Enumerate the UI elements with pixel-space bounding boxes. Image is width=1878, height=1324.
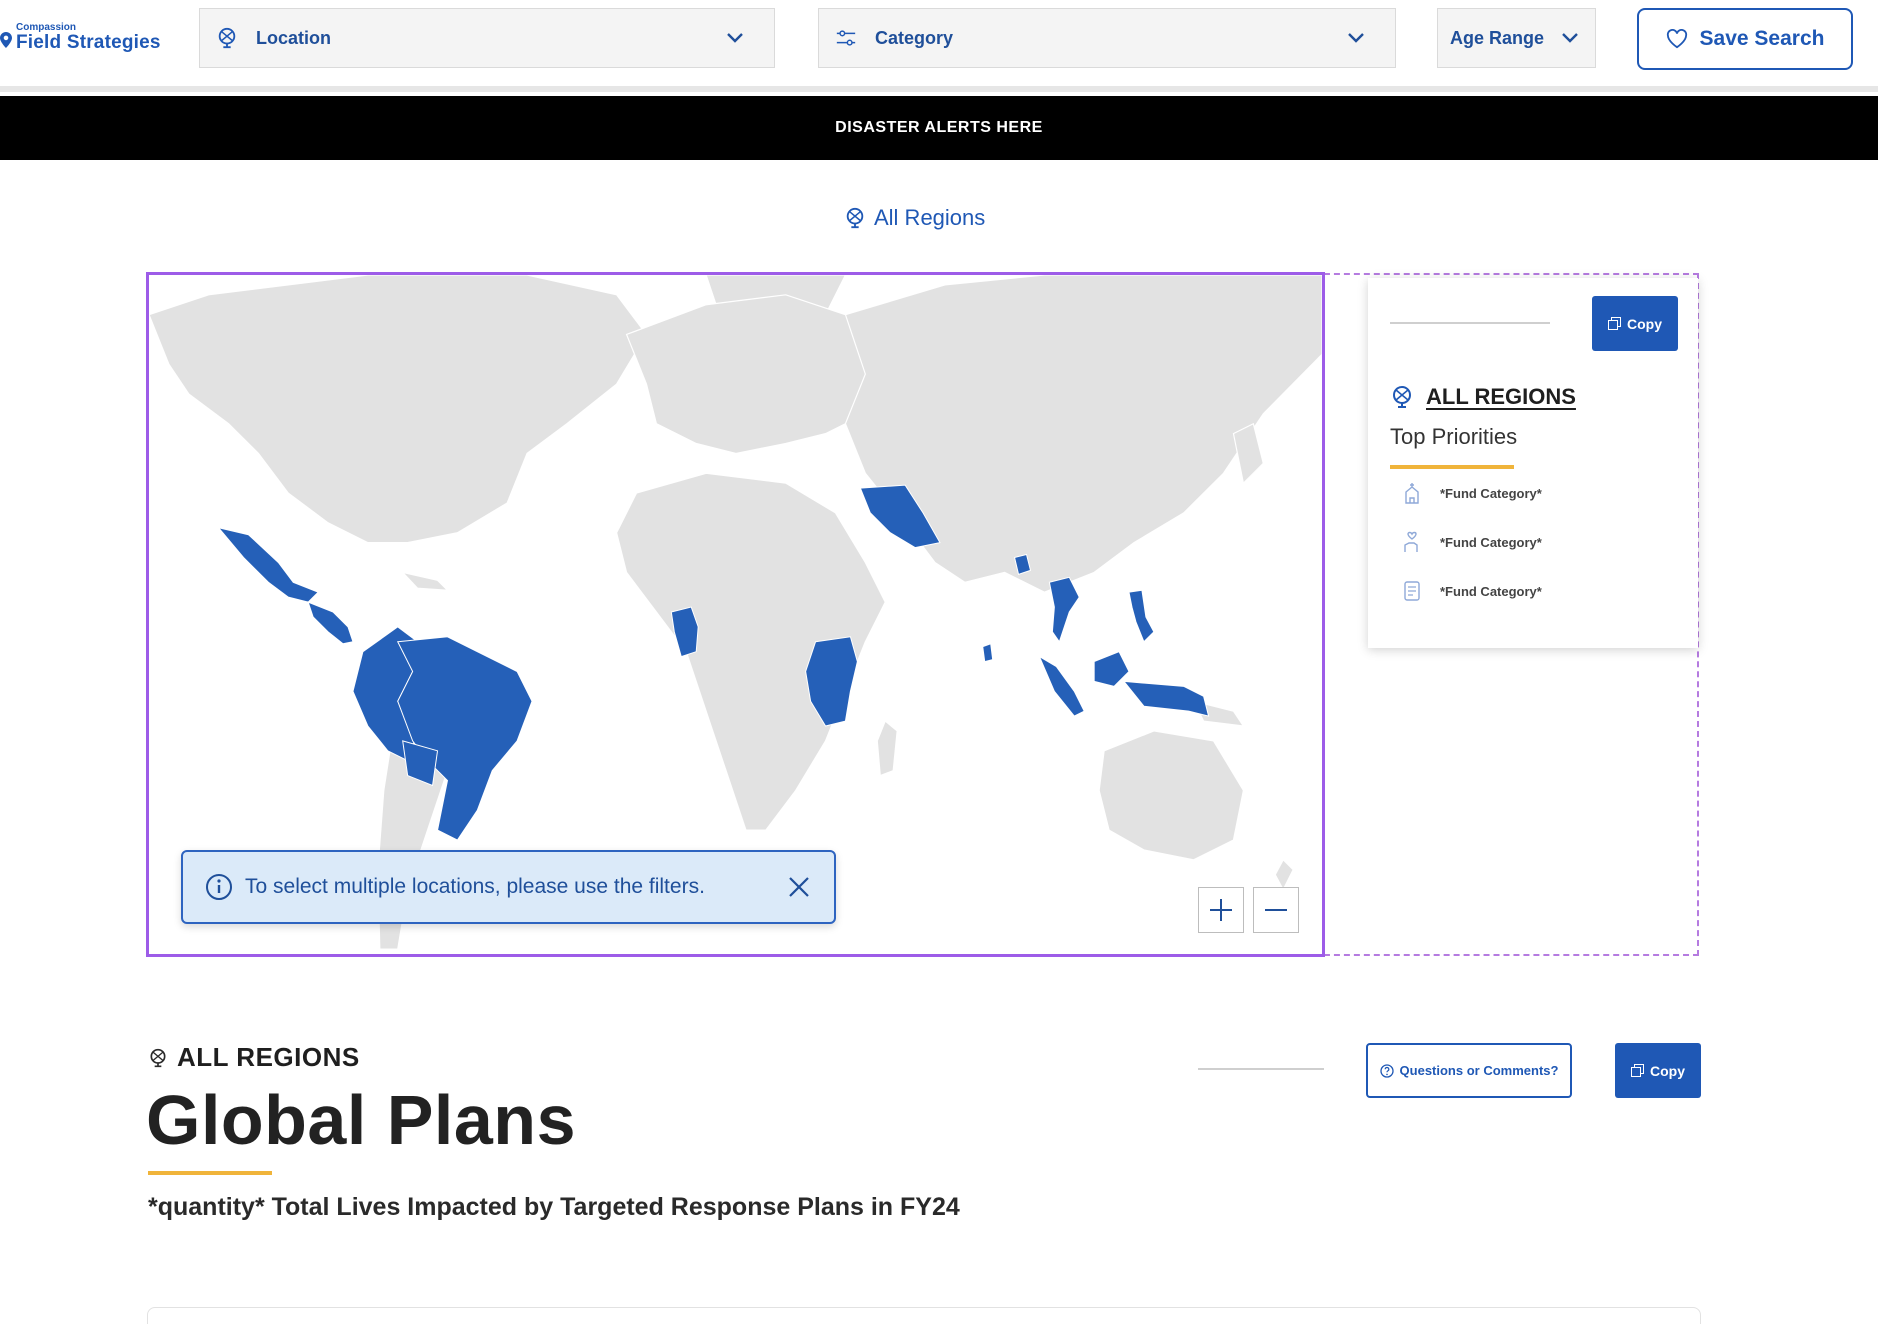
copy-label: Copy	[1650, 1062, 1685, 1079]
plus-icon	[1210, 899, 1232, 921]
map-info-tooltip: To select multiple locations, please use…	[181, 850, 836, 924]
close-icon[interactable]	[788, 876, 810, 898]
church-icon	[1405, 483, 1419, 504]
disaster-alerts-text: DISASTER ALERTS HERE	[835, 119, 1043, 136]
top-priorities-title: Top Priorities	[1390, 424, 1518, 449]
brand-name: Field Strategies	[16, 32, 161, 53]
location-pin-icon	[0, 32, 12, 48]
zoom-out-button[interactable]	[1253, 887, 1299, 933]
brand-logo[interactable]: Compassion Field Strategies	[0, 22, 170, 62]
copy-button[interactable]: Copy	[1592, 296, 1678, 351]
hand-heart-icon	[1404, 531, 1418, 552]
sliders-icon	[835, 27, 857, 49]
chevron-down-icon	[1348, 33, 1364, 43]
top-bar: Compassion Field Strategies Location Cat…	[0, 0, 1878, 92]
region-sri-lanka	[982, 643, 994, 663]
zoom-in-button[interactable]	[1198, 887, 1244, 933]
info-icon	[206, 874, 232, 900]
page-title: Global Plans	[146, 1081, 576, 1159]
region-philippines	[1128, 589, 1155, 643]
divider	[1198, 1068, 1324, 1070]
heart-icon	[1666, 29, 1687, 49]
globe-pin-icon	[1393, 386, 1411, 408]
land-madagascar	[876, 720, 898, 777]
land-caribbean-islands	[400, 571, 450, 591]
questions-comments-label: Questions or Comments?	[1399, 1063, 1559, 1078]
land-australia	[1098, 730, 1245, 861]
region-ghana-togo	[670, 606, 699, 658]
title-underline	[148, 1171, 272, 1175]
section-region-text: ALL REGIONS	[177, 1042, 360, 1072]
age-range-filter-label: Age Range	[1450, 27, 1545, 48]
lives-impacted-subtitle: *quantity* Total Lives Impacted by Targe…	[148, 1193, 960, 1221]
chevron-down-icon	[727, 33, 743, 43]
all-regions-label: All Regions	[874, 205, 986, 230]
chevron-down-icon	[1562, 33, 1578, 43]
location-filter-label: Location	[256, 27, 331, 48]
disaster-alerts-banner: DISASTER ALERTS HERE	[0, 96, 1878, 160]
land-new-zealand	[1274, 858, 1294, 891]
region-indonesia-sumatra	[1038, 655, 1085, 717]
globe-pin-icon	[150, 1048, 166, 1067]
divider	[1390, 322, 1550, 324]
age-range-filter[interactable]: Age Range	[1437, 8, 1596, 68]
document-icon	[1404, 581, 1420, 601]
copy-button[interactable]: Copy	[1615, 1043, 1701, 1098]
location-filter[interactable]: Location	[199, 8, 775, 68]
category-filter-label: Category	[875, 27, 954, 48]
region-indonesia-east	[1122, 680, 1210, 717]
land-japan	[1232, 422, 1264, 485]
save-search-button[interactable]: Save Search	[1637, 8, 1853, 70]
land-europe	[625, 294, 876, 455]
region-thailand	[1048, 576, 1080, 643]
globe-pin-icon	[846, 207, 864, 229]
plans-content-card	[147, 1307, 1701, 1324]
top-priorities-card: Copy ALL REGIONS Top Priorities *Fund Ca…	[1368, 278, 1698, 648]
land-north-america	[149, 275, 648, 544]
category-filter[interactable]: Category	[818, 8, 1396, 68]
fund-category-item: *Fund Category*	[1402, 482, 1542, 504]
copy-icon	[1608, 317, 1621, 330]
region-heading-link[interactable]: ALL REGIONS	[1390, 384, 1576, 410]
region-mexico	[217, 526, 320, 603]
minus-icon	[1265, 909, 1287, 911]
fund-category-label: *Fund Category*	[1440, 583, 1542, 599]
fund-category-label: *Fund Category*	[1440, 534, 1542, 550]
all-regions-link[interactable]: All Regions	[844, 203, 985, 233]
save-search-label: Save Search	[1699, 27, 1825, 50]
globe-pin-icon	[216, 27, 238, 49]
map-tip-text: To select multiple locations, please use…	[245, 875, 705, 898]
questions-comments-button[interactable]: Questions or Comments?	[1366, 1043, 1572, 1098]
world-map[interactable]: To select multiple locations, please use…	[146, 272, 1325, 957]
fund-category-label: *Fund Category*	[1440, 485, 1542, 501]
copy-icon	[1631, 1064, 1644, 1077]
region-heading: ALL REGIONS	[1426, 384, 1576, 409]
fund-category-item: *Fund Category*	[1402, 580, 1542, 602]
region-central-america	[307, 601, 354, 645]
copy-label: Copy	[1627, 315, 1662, 332]
section-region-label: ALL REGIONS	[148, 1042, 360, 1073]
accent-underline	[1390, 465, 1514, 469]
fund-category-item: *Fund Category*	[1402, 531, 1542, 553]
question-icon	[1379, 1063, 1394, 1078]
